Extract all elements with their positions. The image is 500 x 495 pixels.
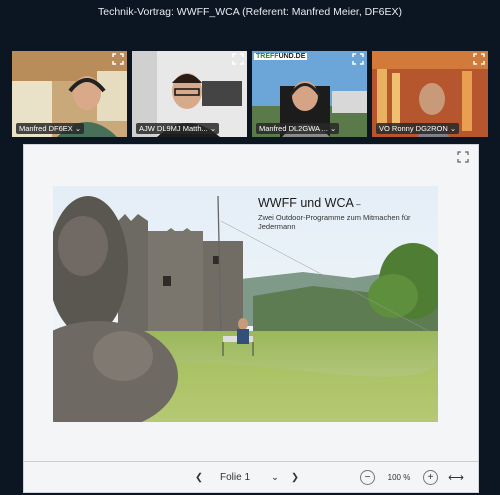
participant-tile-3[interactable]: TREFFUND.DE Manfred DL2GWA ... ⌄ <box>252 51 367 137</box>
zoom-in-icon[interactable]: + <box>423 470 438 485</box>
slide-title: WWFF und WCA – <box>258 196 361 210</box>
expand-icon[interactable] <box>232 53 244 65</box>
meeting-title: Technik-Vortrag: WWFF_WCA (Referent: Man… <box>98 6 402 18</box>
tile-logo: TREFFUND.DE <box>254 53 308 60</box>
slide-toolbar: ❮ Folie 1 ⌄ ❯ − 100 % + ⟷ <box>24 461 478 492</box>
participant-name: AJW DL9MJ Matth... ⌄ <box>136 123 220 134</box>
expand-icon[interactable] <box>473 53 485 65</box>
next-slide-icon[interactable]: ❯ <box>288 468 302 486</box>
participant-tile-2[interactable]: AJW DL9MJ Matth... ⌄ <box>132 51 247 137</box>
slide-subtitle: Zwei Outdoor-Programme zum Mitmachen für… <box>258 213 411 231</box>
fit-width-icon[interactable]: ⟷ <box>448 468 464 486</box>
participant-tile-4[interactable]: VO Ronny DG2RON ⌄ <box>372 51 488 137</box>
participant-name: VO Ronny DG2RON ⌄ <box>376 123 460 134</box>
chevron-down-icon[interactable]: ⌄ <box>268 468 282 486</box>
zoom-level: 100 % <box>387 472 411 482</box>
presentation-stage: WWFF und WCA – Zwei Outdoor-Programme zu… <box>23 144 479 493</box>
participant-tile-1[interactable]: Manfred DF6EX ⌄ <box>12 51 127 137</box>
participant-name: Manfred DL2GWA ... ⌄ <box>256 123 340 134</box>
slide-page-label: Folie 1 <box>219 471 250 483</box>
expand-icon[interactable] <box>352 53 364 65</box>
zoom-out-icon[interactable]: − <box>360 470 375 485</box>
expand-icon[interactable] <box>112 53 124 65</box>
previous-slide-icon[interactable]: ❮ <box>192 468 206 486</box>
slide-content: WWFF und WCA – Zwei Outdoor-Programme zu… <box>53 186 438 422</box>
participant-tiles: Manfred DF6EX ⌄ AJW DL9MJ Matth... ⌄ TRE… <box>12 51 488 137</box>
participant-name: Manfred DF6EX ⌄ <box>16 123 85 134</box>
expand-icon[interactable] <box>457 151 469 163</box>
